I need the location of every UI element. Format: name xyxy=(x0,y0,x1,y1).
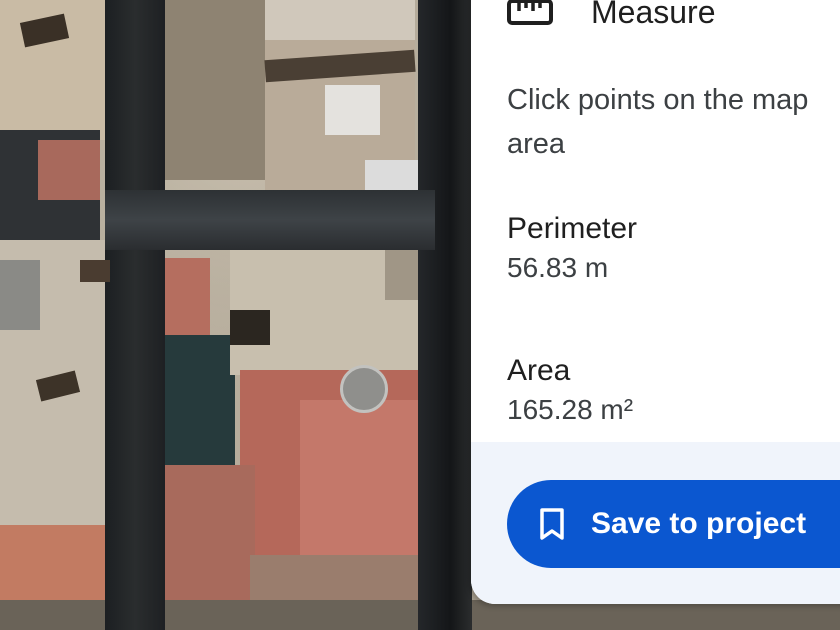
save-button-label: Save to project xyxy=(591,507,807,540)
rooftop xyxy=(150,0,265,180)
street xyxy=(105,0,165,630)
perimeter-label: Perimeter xyxy=(507,212,638,245)
water-tank xyxy=(340,365,388,413)
panel-footer: Save to project xyxy=(471,442,840,604)
area-value: 165.28 m² xyxy=(507,394,634,425)
panel-title: Measure xyxy=(591,0,716,30)
area-label: Area xyxy=(507,354,571,387)
ruler-icon xyxy=(507,0,553,25)
viewport: Measure Click points on the map area Per… xyxy=(0,0,840,630)
rooftop xyxy=(325,85,380,135)
rooftop xyxy=(300,400,420,560)
street xyxy=(418,0,472,630)
area-stat: Area 165.28 m² xyxy=(507,352,633,430)
panel-header: Measure xyxy=(507,0,716,36)
bookmark-icon xyxy=(540,508,564,540)
perimeter-value: 56.83 m xyxy=(507,252,609,283)
shadow xyxy=(230,310,270,345)
perimeter-stat: Perimeter 56.83 m xyxy=(507,210,637,288)
measure-panel: Measure Click points on the map area Per… xyxy=(471,0,840,604)
instructions-text: Click points on the map area xyxy=(507,84,809,160)
shadow xyxy=(80,260,110,282)
rooftop xyxy=(38,140,100,200)
street xyxy=(105,190,435,250)
save-to-project-button[interactable]: Save to project xyxy=(507,480,840,568)
rooftop xyxy=(0,525,120,605)
rooftop xyxy=(265,0,415,40)
rooftop xyxy=(0,260,40,330)
